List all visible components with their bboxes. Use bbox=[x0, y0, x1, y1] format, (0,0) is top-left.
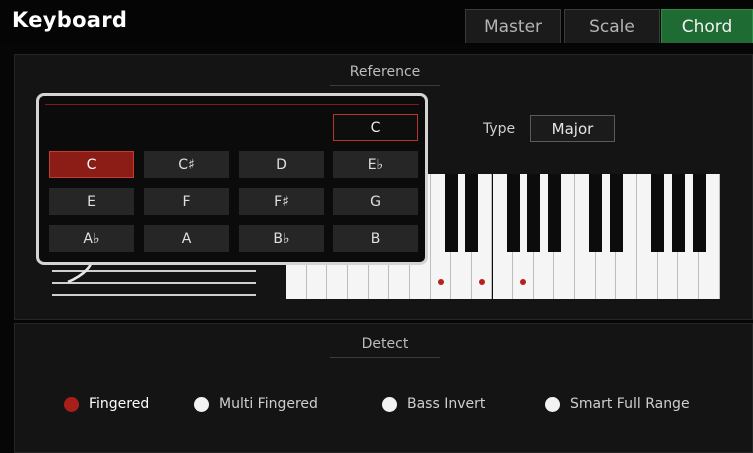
tab-master[interactable]: Master bbox=[465, 9, 561, 43]
radio-label: Fingered bbox=[89, 396, 150, 412]
radio-label: Smart Full Range bbox=[570, 396, 690, 412]
radio-circle bbox=[64, 396, 79, 412]
black-key[interactable] bbox=[609, 174, 623, 252]
radio-bass-invert[interactable]: Bass Invert bbox=[382, 396, 485, 412]
note-button-f-sharp[interactable]: F♯ bbox=[239, 188, 324, 215]
black-key[interactable] bbox=[589, 174, 603, 252]
reference-label: Reference bbox=[349, 64, 421, 80]
black-key[interactable] bbox=[547, 174, 561, 252]
popup-divider bbox=[45, 104, 419, 105]
black-key[interactable] bbox=[692, 174, 706, 252]
detect-label: Detect bbox=[361, 336, 409, 352]
note-button-g[interactable]: G bbox=[333, 188, 418, 215]
note-button-d[interactable]: D bbox=[239, 151, 324, 178]
black-key[interactable] bbox=[651, 174, 665, 252]
note-button-b[interactable]: B bbox=[333, 225, 418, 252]
note-button-b-flat[interactable]: B♭ bbox=[239, 225, 324, 252]
note-button-c[interactable]: C bbox=[49, 151, 134, 178]
radio-smart-full-range[interactable]: Smart Full Range bbox=[545, 396, 690, 412]
black-key[interactable] bbox=[506, 174, 520, 252]
radio-multi-fingered[interactable]: Multi Fingered bbox=[194, 396, 318, 412]
radio-label: Multi Fingered bbox=[219, 396, 318, 412]
note-button-c-sharp[interactable]: C♯ bbox=[144, 151, 229, 178]
detect-divider bbox=[330, 357, 440, 358]
current-root-note[interactable]: C bbox=[333, 114, 418, 141]
black-key[interactable] bbox=[671, 174, 685, 252]
black-key[interactable] bbox=[465, 174, 479, 252]
tab-scale[interactable]: Scale bbox=[564, 9, 660, 43]
radio-circle bbox=[545, 396, 560, 412]
radio-fingered[interactable]: Fingered bbox=[64, 396, 149, 412]
type-label: Type bbox=[483, 121, 516, 137]
note-button-a-flat[interactable]: A♭ bbox=[49, 225, 134, 252]
radio-circle bbox=[382, 396, 397, 412]
black-key[interactable] bbox=[444, 174, 458, 252]
note-button-f[interactable]: F bbox=[144, 188, 229, 215]
chord-note-marker bbox=[437, 279, 444, 285]
tab-chord[interactable]: Chord bbox=[661, 9, 753, 43]
note-button-a[interactable]: A bbox=[144, 225, 229, 252]
type-select[interactable]: Major bbox=[530, 115, 615, 142]
reference-divider bbox=[330, 85, 440, 86]
radio-circle bbox=[194, 396, 209, 412]
note-button-e[interactable]: E bbox=[49, 188, 134, 215]
page-title: Keyboard bbox=[12, 8, 128, 32]
note-picker-popup: C C C♯ D E♭ E F F♯ G A♭ A B♭ B bbox=[36, 93, 428, 265]
black-key[interactable] bbox=[527, 174, 541, 252]
note-button-e-flat[interactable]: E♭ bbox=[333, 151, 418, 178]
radio-label: Bass Invert bbox=[407, 396, 486, 412]
